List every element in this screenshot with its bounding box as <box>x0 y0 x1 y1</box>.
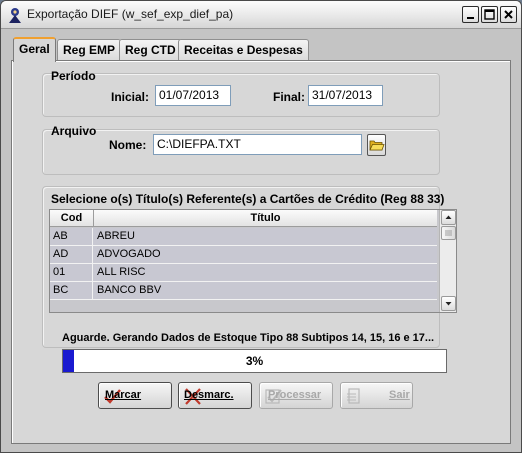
table-vertical-scrollbar[interactable] <box>439 210 456 312</box>
final-date-input[interactable]: 31/07/2013 <box>308 85 383 106</box>
folder-open-icon <box>369 140 385 151</box>
cell-cod: BC <box>50 282 93 300</box>
inicial-date-input[interactable]: 01/07/2013 <box>155 85 231 106</box>
close-icon <box>504 10 513 19</box>
progress-percent: 3% <box>245 354 264 368</box>
chevron-down-icon <box>445 302 452 306</box>
close-button[interactable] <box>500 6 517 23</box>
tab-geral[interactable]: Geral <box>13 37 56 62</box>
cell-cod: AB <box>50 228 93 246</box>
export-dief-window: Exportação DIEF (w_sef_exp_dief_pa) Gera… <box>0 0 522 453</box>
status-message: Aguarde. Gerando Dados de Estoque Tipo 8… <box>62 332 435 344</box>
desmarcar-label: Desmarc. <box>184 389 234 401</box>
processar-button[interactable]: Processar <box>259 382 333 409</box>
browse-file-button[interactable] <box>367 134 386 156</box>
tab-receitas-despesas[interactable]: Receitas e Despesas <box>178 39 309 61</box>
minimize-icon <box>467 17 474 19</box>
cell-cod: AD <box>50 246 93 264</box>
maximize-button[interactable] <box>481 6 498 23</box>
desmarcar-button[interactable]: Desmarc. <box>178 382 252 409</box>
chevron-up-icon <box>445 215 452 219</box>
cartoes-table: Cod Título AB ABREU AD ADVOGADO 01 ALL R… <box>49 209 457 313</box>
column-header-titulo[interactable]: Título <box>94 210 437 227</box>
cell-cod: 01 <box>50 264 93 282</box>
table-row[interactable]: AD ADVOGADO <box>50 246 437 264</box>
tab-panel-geral: Período Inicial: 01/07/2013 Final: 31/07… <box>11 60 511 444</box>
cartoes-title: Selecione o(s) Título(s) Referente(s) a … <box>51 192 445 206</box>
table-row[interactable]: 01 ALL RISC <box>50 264 437 282</box>
progress-bar: 3% <box>62 349 447 373</box>
processar-label: Processar <box>268 389 322 401</box>
app-icon <box>6 6 24 24</box>
table-header: Cod Título <box>50 210 437 227</box>
column-header-cod[interactable]: Cod <box>50 210 94 227</box>
scroll-down-button[interactable] <box>441 296 456 311</box>
exit-door-icon <box>347 388 360 404</box>
arquivo-nome-input[interactable]: C:\DIEFPA.TXT <box>153 134 362 155</box>
maximize-icon <box>484 9 495 20</box>
window-client-area: Geral Reg EMP Reg CTD Receitas e Despesa… <box>5 31 517 450</box>
grip-icon <box>445 230 452 236</box>
sair-label: Sair <box>389 389 410 401</box>
window-title: Exportação DIEF (w_sef_exp_dief_pa) <box>27 7 234 21</box>
nome-label: Nome: <box>109 138 147 152</box>
cell-titulo: BANCO BBV <box>97 284 162 296</box>
cell-titulo: ADVOGADO <box>97 248 161 260</box>
tab-reg-ctd[interactable]: Reg CTD <box>119 39 182 61</box>
cell-titulo: ALL RISC <box>97 266 146 278</box>
scroll-up-button[interactable] <box>441 210 456 225</box>
tab-reg-emp[interactable]: Reg EMP <box>57 39 122 61</box>
marcar-button[interactable]: Marcar <box>98 382 172 409</box>
scroll-thumb[interactable] <box>441 226 456 240</box>
final-label: Final: <box>273 90 305 104</box>
periodo-title: Período <box>51 69 96 83</box>
inicial-label: Inicial: <box>111 90 150 104</box>
marcar-label: Marcar <box>105 389 142 401</box>
title-bar[interactable]: Exportação DIEF (w_sef_exp_dief_pa) <box>1 1 521 29</box>
minimize-button[interactable] <box>462 6 479 23</box>
table-row[interactable]: BC BANCO BBV <box>50 282 437 300</box>
table-row[interactable]: AB ABREU <box>50 228 437 246</box>
arquivo-title: Arquivo <box>51 124 97 138</box>
cell-titulo: ABREU <box>97 230 135 242</box>
sair-button[interactable]: Sair <box>340 382 413 409</box>
